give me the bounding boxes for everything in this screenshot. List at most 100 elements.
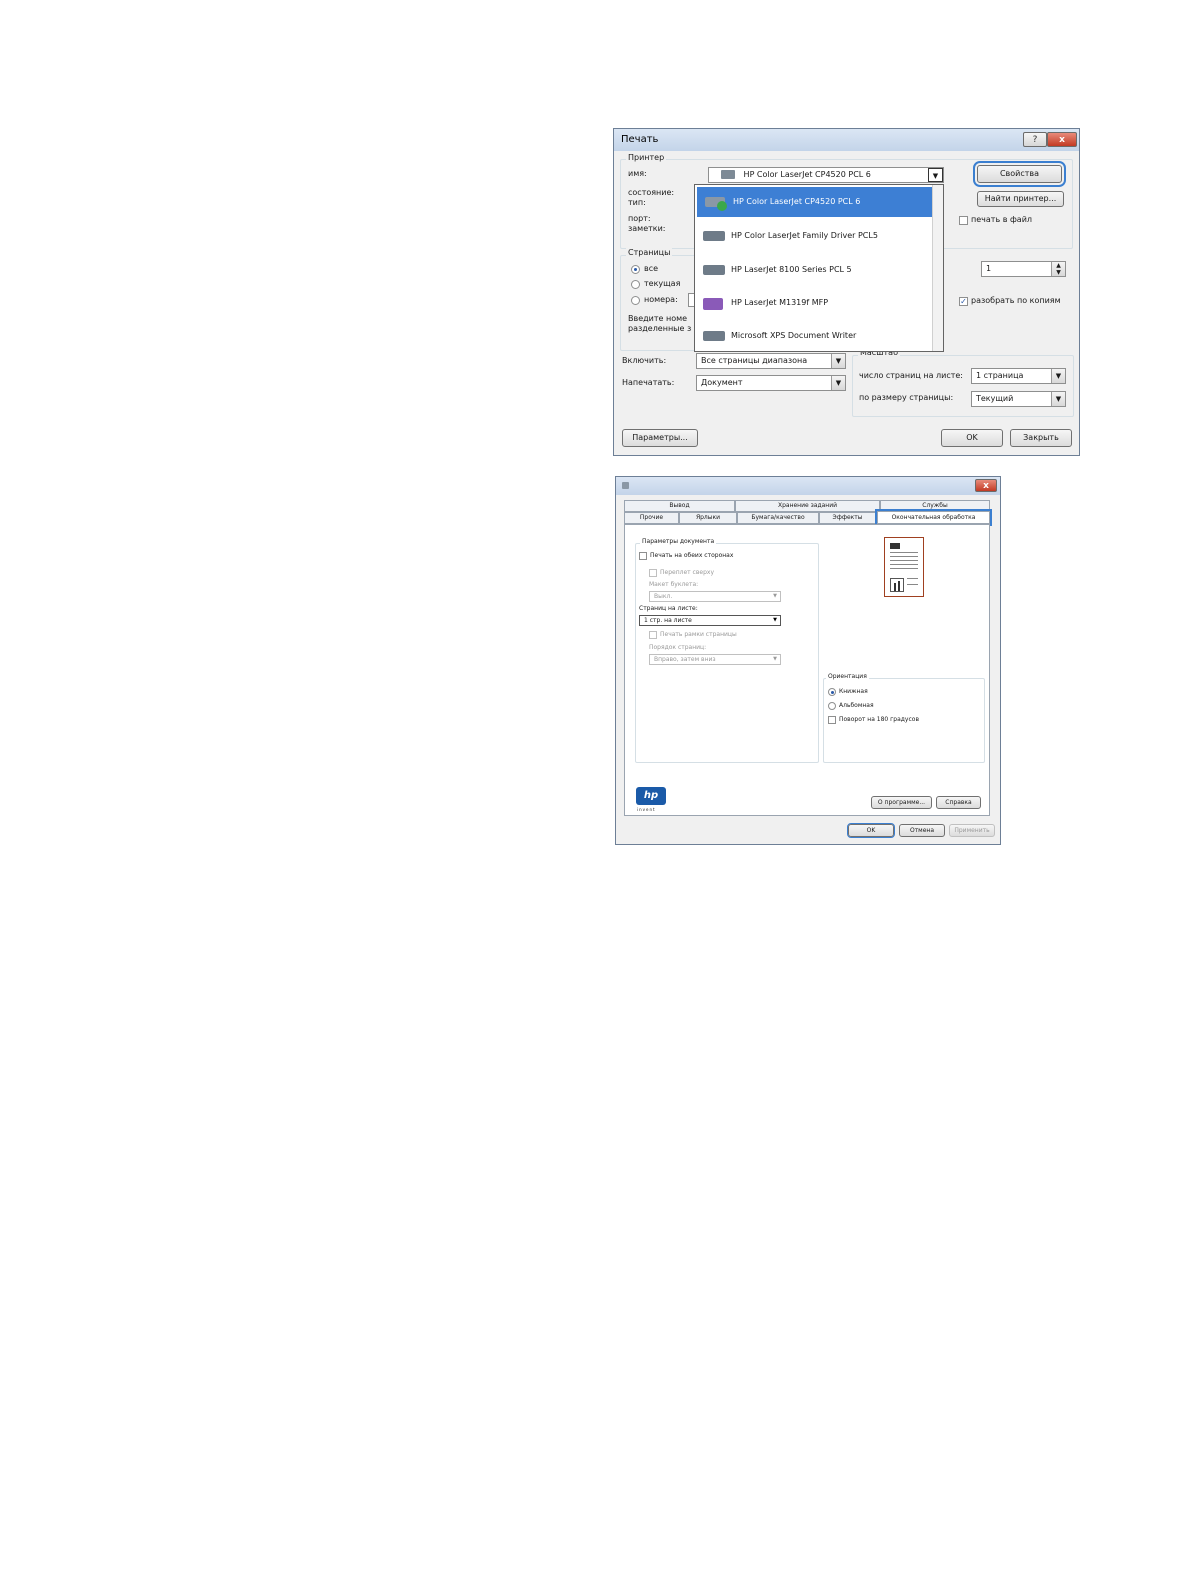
page-order-select[interactable]: Вправо, затем вниз ▼ bbox=[649, 654, 781, 665]
pages-all-radio[interactable] bbox=[631, 265, 640, 274]
help-button[interactable]: Справка bbox=[936, 796, 981, 809]
help-icon[interactable]: ? bbox=[1023, 132, 1047, 147]
options-button[interactable]: Параметры... bbox=[622, 429, 698, 447]
pages-per-sheet-value: 1 страница bbox=[976, 371, 1024, 380]
chevron-down-icon: ▼ bbox=[773, 593, 777, 599]
page-preview-image bbox=[884, 537, 924, 597]
hp-logo: hp bbox=[636, 787, 666, 805]
landscape-radio[interactable] bbox=[828, 702, 836, 710]
portrait-label: Книжная bbox=[839, 688, 868, 695]
pages-all-label: все bbox=[644, 264, 659, 273]
pages-group-label: Страницы bbox=[626, 248, 673, 257]
booklet-label: Макет буклета: bbox=[649, 581, 699, 588]
print-to-file-label: печать в файл bbox=[971, 215, 1033, 224]
printer-list-item-label: Microsoft XPS Document Writer bbox=[731, 331, 857, 340]
tab-output[interactable]: Вывод bbox=[624, 500, 735, 512]
properties-button[interactable]: Свойства bbox=[973, 161, 1066, 187]
printer-name-select[interactable]: HP Color LaserJet CP4520 PCL 6 ▼ bbox=[708, 167, 944, 183]
pages-numbers-label: номера: bbox=[644, 295, 678, 304]
fit-to-value: Текущий bbox=[976, 394, 1014, 403]
chevron-down-icon[interactable]: ▼ bbox=[928, 168, 943, 182]
printer-icon bbox=[705, 193, 729, 211]
landscape-label: Альбомная bbox=[839, 702, 874, 709]
chevron-down-icon[interactable]: ▼ bbox=[1051, 369, 1065, 383]
tab-paper-quality[interactable]: Бумага/качество bbox=[737, 512, 819, 524]
chevron-down-icon[interactable]: ▼ bbox=[1051, 392, 1065, 406]
status-label: состояние: bbox=[628, 188, 675, 197]
page-order-label: Порядок страниц: bbox=[649, 644, 707, 651]
notes-label: заметки: bbox=[628, 224, 666, 233]
printer-list-item[interactable]: Microsoft XPS Document Writer bbox=[695, 321, 933, 351]
print-what-label: Напечатать: bbox=[622, 378, 675, 387]
app-icon bbox=[622, 482, 629, 489]
pages-per-sheet-select[interactable]: 1 стр. на листе ▼ bbox=[639, 615, 781, 626]
stepper-icon[interactable]: ▲ ▼ bbox=[1051, 262, 1065, 276]
printer-list-item-label: HP Color LaserJet Family Driver PCL5 bbox=[731, 231, 878, 240]
pages-per-sheet-label: Страниц на листе: bbox=[639, 605, 698, 612]
pages-per-sheet-value: 1 стр. на листе bbox=[644, 617, 692, 624]
printer-list-item-label: HP Color LaserJet CP4520 PCL 6 bbox=[733, 197, 861, 206]
printer-dropdown-list: HP Color LaserJet CP4520 PCL 6 HP Color … bbox=[694, 184, 944, 352]
fit-to-label: по размеру страницы: bbox=[859, 393, 954, 402]
printer-list-item[interactable]: HP LaserJet M1319f MFP bbox=[695, 288, 933, 318]
type-label: тип: bbox=[628, 198, 646, 207]
pages-per-sheet-label: число страниц на листе: bbox=[859, 371, 963, 380]
booklet-value: Выкл. bbox=[654, 593, 673, 600]
properties-titlebar: x bbox=[616, 477, 1000, 495]
dropdown-scrollbar[interactable] bbox=[932, 185, 943, 351]
pages-current-label: текущая bbox=[644, 279, 681, 288]
collate-checkbox[interactable]: ✓ bbox=[959, 297, 968, 306]
printer-small-icon bbox=[721, 170, 735, 179]
printer-group-label: Принтер bbox=[626, 153, 667, 162]
close-icon[interactable]: x bbox=[975, 479, 997, 492]
pages-current-radio[interactable] bbox=[631, 280, 640, 289]
scale-group bbox=[852, 355, 1074, 417]
pages-per-sheet-select[interactable]: 1 страница ▼ bbox=[971, 368, 1066, 384]
print-to-file-checkbox[interactable] bbox=[959, 216, 968, 225]
print-borders-label: Печать рамки страницы bbox=[660, 631, 737, 638]
tab-finishing[interactable]: Окончательная обработка bbox=[875, 509, 992, 526]
ok-button[interactable]: OK bbox=[941, 429, 1003, 447]
name-label: имя: bbox=[628, 169, 647, 178]
chevron-down-icon[interactable]: ▼ bbox=[831, 354, 845, 368]
close-dialog-button[interactable]: Закрыть bbox=[1010, 429, 1072, 447]
tab-effects[interactable]: Эффекты bbox=[819, 512, 876, 524]
cancel-button[interactable]: Отмена bbox=[899, 824, 945, 837]
page-order-value: Вправо, затем вниз bbox=[654, 656, 716, 663]
printer-name-value: HP Color LaserJet CP4520 PCL 6 bbox=[743, 170, 871, 179]
ok-button[interactable]: OK bbox=[847, 823, 895, 838]
about-button[interactable]: О программе... bbox=[871, 796, 932, 809]
print-borders-checkbox[interactable] bbox=[649, 631, 657, 639]
pages-hint-line1: Введите номе bbox=[628, 314, 688, 323]
printer-list-item[interactable]: HP Color LaserJet CP4520 PCL 6 bbox=[697, 187, 933, 217]
duplex-checkbox[interactable] bbox=[639, 552, 647, 560]
apply-button[interactable]: Применить bbox=[949, 824, 995, 837]
doc-params-group bbox=[635, 543, 819, 763]
print-what-select[interactable]: Документ ▼ bbox=[696, 375, 846, 391]
flip-up-checkbox[interactable] bbox=[649, 569, 657, 577]
printer-list-item[interactable]: HP Color LaserJet Family Driver PCL5 bbox=[695, 221, 933, 251]
rotate-checkbox[interactable] bbox=[828, 716, 836, 724]
booklet-select[interactable]: Выкл. ▼ bbox=[649, 591, 781, 602]
hp-logo-text: hp bbox=[643, 790, 659, 801]
rotate-label: Поворот на 180 градусов bbox=[839, 716, 919, 723]
print-what-value: Документ bbox=[701, 378, 743, 387]
portrait-radio[interactable] bbox=[828, 688, 836, 696]
printer-list-item-label: HP LaserJet M1319f MFP bbox=[731, 298, 829, 307]
collate-label: разобрать по копиям bbox=[971, 296, 1061, 305]
flip-up-label: Переплет сверху bbox=[660, 569, 714, 576]
fit-to-select[interactable]: Текущий ▼ bbox=[971, 391, 1066, 407]
printer-list-item-label: HP LaserJet 8100 Series PCL 5 bbox=[731, 265, 852, 274]
close-icon[interactable]: x bbox=[1047, 132, 1077, 147]
tab-shortcuts[interactable]: Ярлыки bbox=[679, 512, 737, 524]
printer-list-item[interactable]: HP LaserJet 8100 Series PCL 5 bbox=[695, 255, 933, 285]
tab-other[interactable]: Прочие bbox=[624, 512, 679, 524]
chevron-down-icon[interactable]: ▼ bbox=[831, 376, 845, 390]
include-select[interactable]: Все страницы диапазона ▼ bbox=[696, 353, 846, 369]
tab-job-storage[interactable]: Хранение заданий bbox=[735, 500, 880, 512]
find-printer-button[interactable]: Найти принтер... bbox=[977, 191, 1064, 207]
print-dialog-titlebar: Печать ? x bbox=[614, 129, 1079, 151]
printer-properties-dialog: x Вывод Хранение заданий Службы Прочие Я… bbox=[615, 476, 1001, 845]
copies-input[interactable]: 1 ▲ ▼ bbox=[981, 261, 1066, 277]
pages-numbers-radio[interactable] bbox=[631, 296, 640, 305]
